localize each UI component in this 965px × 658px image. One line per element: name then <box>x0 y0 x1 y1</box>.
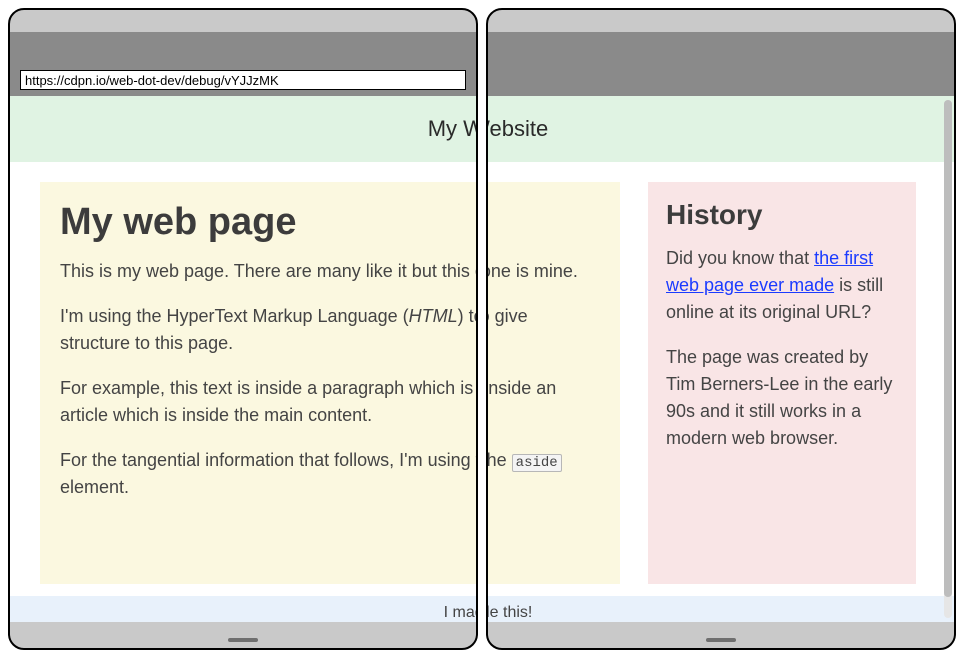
footer-text: I made this! <box>444 604 476 621</box>
article-p3: For example, this text is inside a parag… <box>60 375 476 429</box>
footer-text: I made this! <box>488 604 532 621</box>
main-article: My web page This is my web page. There a… <box>40 182 476 584</box>
article-heading: My web page <box>60 202 476 244</box>
viewport-left[interactable]: My Website My web page This is my web pa… <box>10 96 476 622</box>
text: I'm using the HyperText Markup Language … <box>60 306 409 326</box>
site-title: My Website <box>488 118 548 140</box>
text: For the tangential information that foll… <box>488 450 512 470</box>
html-em: HTML <box>409 306 458 326</box>
text: For the tangential information that foll… <box>60 450 476 470</box>
text: ) to give structure to this page. <box>488 306 528 353</box>
viewport-right[interactable]: My Website My web page This is my web pa… <box>488 96 954 622</box>
aside-p2: The page was created by Tim Berners-Lee … <box>666 344 898 452</box>
url-bar[interactable] <box>20 70 466 90</box>
article-p1: This is my web page. There are many like… <box>488 258 600 285</box>
text: element. <box>60 477 129 497</box>
tablet-left: My Website My web page This is my web pa… <box>8 8 478 650</box>
article-p4: For the tangential information that foll… <box>60 447 476 501</box>
article-p4: For the tangential information that foll… <box>488 447 600 501</box>
text: Did you know that <box>666 248 814 268</box>
aside-code-chip: aside <box>512 454 562 472</box>
web-page: My Website My web page This is my web pa… <box>488 96 954 622</box>
page-body: My web page This is my web page. There a… <box>10 162 476 584</box>
article-p1: This is my web page. There are many like… <box>60 258 476 285</box>
scrollbar-thumb[interactable] <box>944 100 952 597</box>
page-footer: I made this! <box>10 596 476 622</box>
home-indicator-icon <box>228 638 258 642</box>
tablet-right: My Website My web page This is my web pa… <box>486 8 956 650</box>
aside-p1: Did you know that the first web page eve… <box>666 245 898 326</box>
aside-heading: History <box>666 200 898 231</box>
page-header: My Website <box>488 96 954 162</box>
page-header: My Website <box>10 96 476 162</box>
article-p2: I'm using the HyperText Markup Language … <box>60 303 476 357</box>
home-indicator-icon <box>706 638 736 642</box>
article-p2: I'm using the HyperText Markup Language … <box>488 303 600 357</box>
page-footer: I made this! <box>488 596 954 622</box>
page-body: My web page This is my web page. There a… <box>488 162 954 584</box>
browser-chrome <box>488 32 954 96</box>
article-p3: For example, this text is inside a parag… <box>488 375 600 429</box>
main-article: My web page This is my web page. There a… <box>488 182 620 584</box>
history-aside: History Did you know that the first web … <box>648 182 916 584</box>
site-title: My Website <box>428 118 476 140</box>
web-page: My Website My web page This is my web pa… <box>10 96 476 622</box>
article-heading: My web page <box>488 202 600 244</box>
vertical-scrollbar[interactable] <box>944 100 952 618</box>
